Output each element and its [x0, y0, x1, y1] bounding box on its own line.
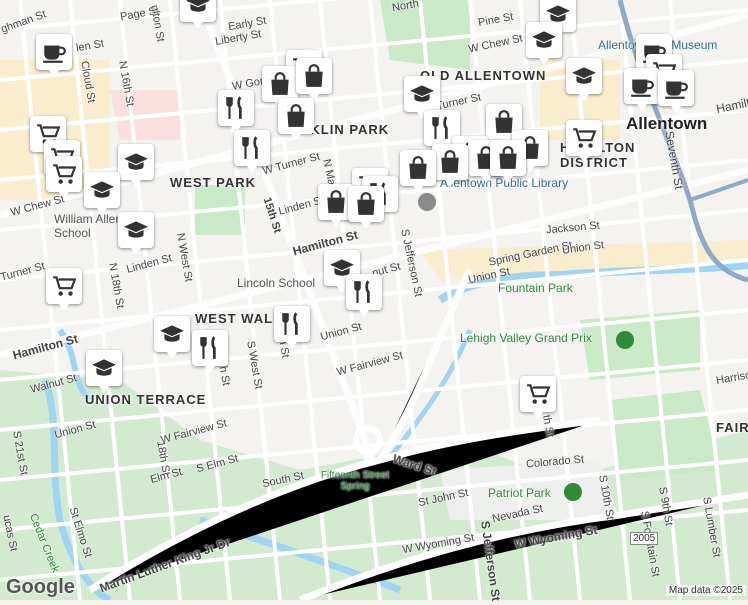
cart-icon	[51, 273, 77, 299]
cup-icon	[41, 39, 67, 65]
bag-icon	[301, 63, 327, 89]
map-marker[interactable]	[278, 98, 314, 141]
school-icon	[159, 321, 185, 347]
school-icon	[123, 217, 149, 243]
map-marker[interactable]	[432, 144, 468, 187]
route-shield: 2005	[630, 532, 659, 545]
map-marker[interactable]	[490, 140, 526, 183]
map-marker[interactable]	[84, 172, 120, 215]
fork-knife-icon	[223, 95, 249, 121]
map-marker[interactable]	[400, 150, 436, 193]
area-west-park: WEST PARK	[170, 175, 257, 190]
map-marker[interactable]	[46, 156, 82, 199]
bag-icon	[405, 155, 431, 181]
fork-knife-icon	[429, 115, 455, 141]
cart-icon	[571, 125, 597, 151]
map-marker[interactable]	[118, 144, 154, 187]
school-icon	[123, 149, 149, 175]
map-marker[interactable]	[404, 76, 440, 119]
map-marker[interactable]	[346, 274, 382, 317]
map-canvas[interactable]: OLD ALLENTOWN NKLIN PARK WEST PARK HAMIL…	[0, 0, 748, 604]
map-marker[interactable]	[526, 22, 562, 65]
area-fair: FAIR	[716, 420, 748, 435]
map-marker[interactable]	[218, 90, 254, 133]
school-icon	[409, 81, 435, 107]
map-marker[interactable]	[192, 330, 228, 373]
map-marker[interactable]	[274, 306, 310, 349]
google-logo: Google	[6, 576, 75, 598]
map-marker[interactable]	[118, 212, 154, 255]
bag-icon	[437, 149, 463, 175]
map-marker[interactable]	[180, 0, 216, 29]
cup-icon	[663, 75, 689, 101]
fork-knife-icon	[279, 311, 305, 337]
map-marker[interactable]	[566, 120, 602, 163]
poi-fifteenth-spring[interactable]: Fifteenth Street Spring	[320, 470, 390, 492]
cup-icon	[629, 73, 655, 99]
school-icon	[91, 355, 117, 381]
bag-icon	[323, 189, 349, 215]
map-marker[interactable]	[234, 130, 270, 173]
map-marker[interactable]	[86, 350, 122, 393]
poi-fountain-park[interactable]: Fountain Park	[498, 281, 573, 295]
school-icon	[571, 63, 597, 89]
map-marker[interactable]	[624, 68, 660, 111]
map-marker[interactable]	[566, 58, 602, 101]
map-marker[interactable]	[658, 70, 694, 113]
map-marker[interactable]	[154, 316, 190, 359]
map-marker[interactable]	[262, 66, 298, 109]
poi-lincoln-school[interactable]: Lincoln School	[237, 276, 315, 290]
area-union-terrace: UNION TERRACE	[85, 392, 207, 407]
fork-knife-icon	[197, 335, 223, 361]
bag-icon	[495, 145, 521, 171]
poi-patriot-park[interactable]: Patriot Park	[488, 486, 551, 500]
map-marker[interactable]	[296, 58, 332, 101]
school-icon	[531, 27, 557, 53]
bag-icon	[267, 71, 293, 97]
bag-icon	[283, 103, 309, 129]
fork-knife-icon	[351, 279, 377, 305]
map-attribution[interactable]: Map data ©2025	[665, 585, 746, 596]
map-marker[interactable]	[36, 34, 72, 77]
school-icon	[185, 0, 211, 17]
map-marker[interactable]	[348, 186, 384, 229]
school-icon	[89, 177, 115, 203]
fork-knife-icon	[239, 135, 265, 161]
map-marker[interactable]	[520, 376, 556, 419]
poi-grand-prix[interactable]: Lehigh Valley Grand Prix	[460, 331, 592, 345]
bag-icon	[353, 191, 379, 217]
cart-icon	[525, 381, 551, 407]
map-marker[interactable]	[46, 268, 82, 311]
cart-icon	[51, 161, 77, 187]
